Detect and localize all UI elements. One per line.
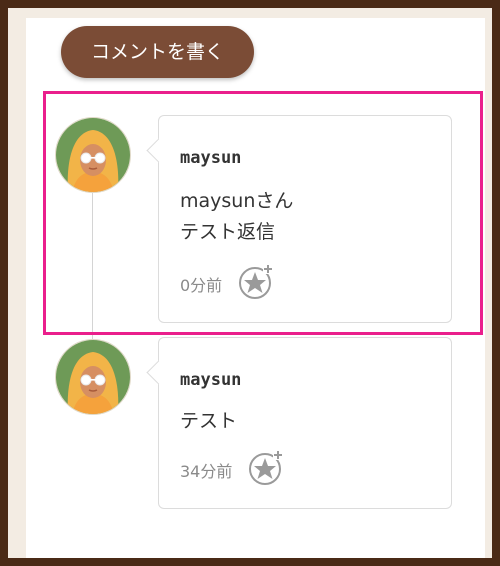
comment-body-line: テスト	[180, 410, 238, 432]
avatar[interactable]	[55, 339, 131, 415]
add-star-icon	[249, 450, 283, 485]
add-star-button[interactable]	[247, 448, 285, 486]
avatar-woman-blonde-sunglasses-icon	[56, 340, 130, 414]
comment-card: maysun テスト 34分前	[146, 337, 452, 509]
comment-timestamp: 34分前	[180, 462, 233, 481]
comment-body: テスト	[180, 406, 237, 437]
comment-author[interactable]: maysun	[180, 370, 241, 390]
write-comment-button[interactable]: コメントを書く	[61, 26, 254, 78]
highlight-box	[43, 91, 483, 335]
